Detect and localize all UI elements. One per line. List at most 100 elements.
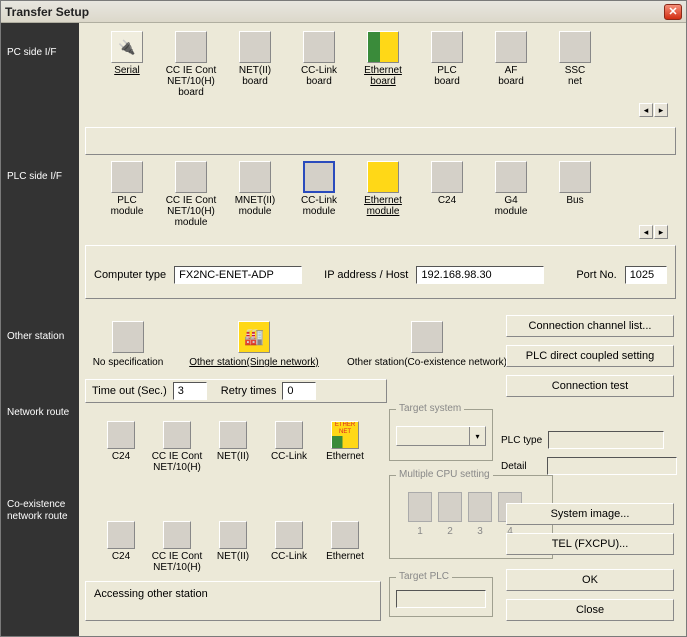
target-system-select[interactable]: ▾ [396,426,486,446]
plc-if-ccie[interactable] [175,161,207,193]
coexist-ccie[interactable] [163,521,191,549]
ok-button[interactable]: OK [506,569,674,591]
route-ccie[interactable] [163,421,191,449]
coexist-cclink[interactable] [275,521,303,549]
plc-if-c24[interactable] [431,161,463,193]
coexist-label: C24 [112,551,130,562]
route-label: NET(II) [217,451,249,462]
plc-if-g4[interactable] [495,161,527,193]
status-panel: Accessing other station [85,581,381,621]
coexist-c24[interactable] [107,521,135,549]
pc-if-label: SSC [565,65,586,76]
sidebar-plc-side: PLC side I/F [1,167,79,187]
plc-if-bus[interactable] [559,161,591,193]
tel-fxcpu-button[interactable]: TEL (FXCPU)... [506,533,674,555]
scroll-left-icon[interactable]: ◂ [639,103,653,117]
retry-label: Retry times [221,385,277,397]
route-cclink[interactable] [275,421,303,449]
cpu-num: 1 [408,526,432,537]
route-label: CC IE Cont [152,451,203,462]
route-label: Ethernet [326,451,364,462]
close-button[interactable]: Close [506,599,674,621]
route-ethernet[interactable]: ETHER NET [331,421,359,449]
computer-type-label: Computer type [94,269,166,281]
pc-if-label: NET(II) [239,65,271,76]
pc-if-row: 🔌Serial CC IE ContNET/10(H)board NET(II)… [95,31,680,98]
pc-if-label: AF [505,65,518,76]
timeout-label: Time out (Sec.) [92,385,167,397]
pc-if-af[interactable] [495,31,527,63]
plc-if-label: Ethernet [364,195,402,206]
sidebar-network-route: Network route [1,403,79,423]
computer-type-input[interactable] [174,266,302,284]
other-label: Other station(Co-existence network) [347,357,507,368]
route-label: C24 [112,451,130,462]
retry-input[interactable] [282,382,316,400]
plc-if-label: MNET(II) [235,195,276,206]
connection-test-button[interactable]: Connection test [506,375,674,397]
route-label: CC-Link [271,451,307,462]
other-coexist[interactable] [411,321,443,353]
other-none[interactable] [112,321,144,353]
ip-input[interactable] [416,266,544,284]
scroll-right-icon[interactable]: ▸ [654,225,668,239]
connection-channel-list-button[interactable]: Connection channel list... [506,315,674,337]
coexist-label: Ethernet [326,551,364,562]
scroll-right-icon[interactable]: ▸ [654,103,668,117]
target-plc-field [396,590,486,608]
pc-if-label: CC IE Cont [166,65,217,76]
coexist-netii[interactable] [219,521,247,549]
plc-if-cclink[interactable] [303,161,335,193]
chevron-down-icon[interactable]: ▾ [469,427,485,445]
other-single[interactable]: 🏭 [238,321,270,353]
detail-field [547,457,677,475]
cpu-slot-1[interactable] [408,492,432,522]
plc-if-label: PLC [117,195,136,206]
coexist-label: NET(II) [217,551,249,562]
pc-if-ssc[interactable] [559,31,591,63]
plc-if-label: CC-Link [301,195,337,206]
status-text: Accessing other station [94,588,208,600]
pc-if-serial[interactable]: 🔌 [111,31,143,63]
pc-if-plc[interactable] [431,31,463,63]
coexist-ethernet[interactable] [331,521,359,549]
cpu-num: 3 [468,526,492,537]
pc-if-ethernet[interactable] [367,31,399,63]
port-input[interactable] [625,266,667,284]
route-netii[interactable] [219,421,247,449]
detail-label: Detail [501,461,527,472]
plc-if-ethernet[interactable] [367,161,399,193]
cpu-num: 2 [438,526,462,537]
timeout-input[interactable] [173,382,207,400]
cpu-slot-2[interactable] [438,492,462,522]
plc-if-mnetii[interactable] [239,161,271,193]
pc-if-label: CC-Link [301,65,337,76]
port-label: Port No. [576,269,616,281]
ip-label: IP address / Host [324,269,408,281]
system-image-button[interactable]: System image... [506,503,674,525]
plc-if-label: Bus [566,195,583,206]
coexist-label: CC-Link [271,551,307,562]
pc-if-cclink[interactable] [303,31,335,63]
pc-if-ccie[interactable] [175,31,207,63]
pc-if-strip [85,127,676,155]
window-title: Transfer Setup [5,5,89,19]
plc-if-plc[interactable] [111,161,143,193]
sidebar-coexist-route: Co-existence network route [1,495,79,527]
close-icon[interactable]: ✕ [664,4,682,20]
scroll-left-icon[interactable]: ◂ [639,225,653,239]
sidebar: PC side I/F PLC side I/F Other station N… [1,23,79,636]
timing-panel: Time out (Sec.) Retry times [85,379,387,403]
plc-type-label: PLC type [501,435,542,446]
other-label: No specification [93,357,164,368]
other-label: Other station(Single network) [189,357,319,368]
sidebar-other-station: Other station [1,327,79,347]
plc-if-label: G4 [504,195,517,206]
cpu-slot-3[interactable] [468,492,492,522]
route-c24[interactable] [107,421,135,449]
plc-direct-coupled-button[interactable]: PLC direct coupled setting [506,345,674,367]
sidebar-pc-side: PC side I/F [1,43,79,63]
plc-settings-panel: Computer type IP address / Host Port No. [85,245,676,299]
plc-if-label: CC IE Cont [166,195,217,206]
pc-if-netii[interactable] [239,31,271,63]
